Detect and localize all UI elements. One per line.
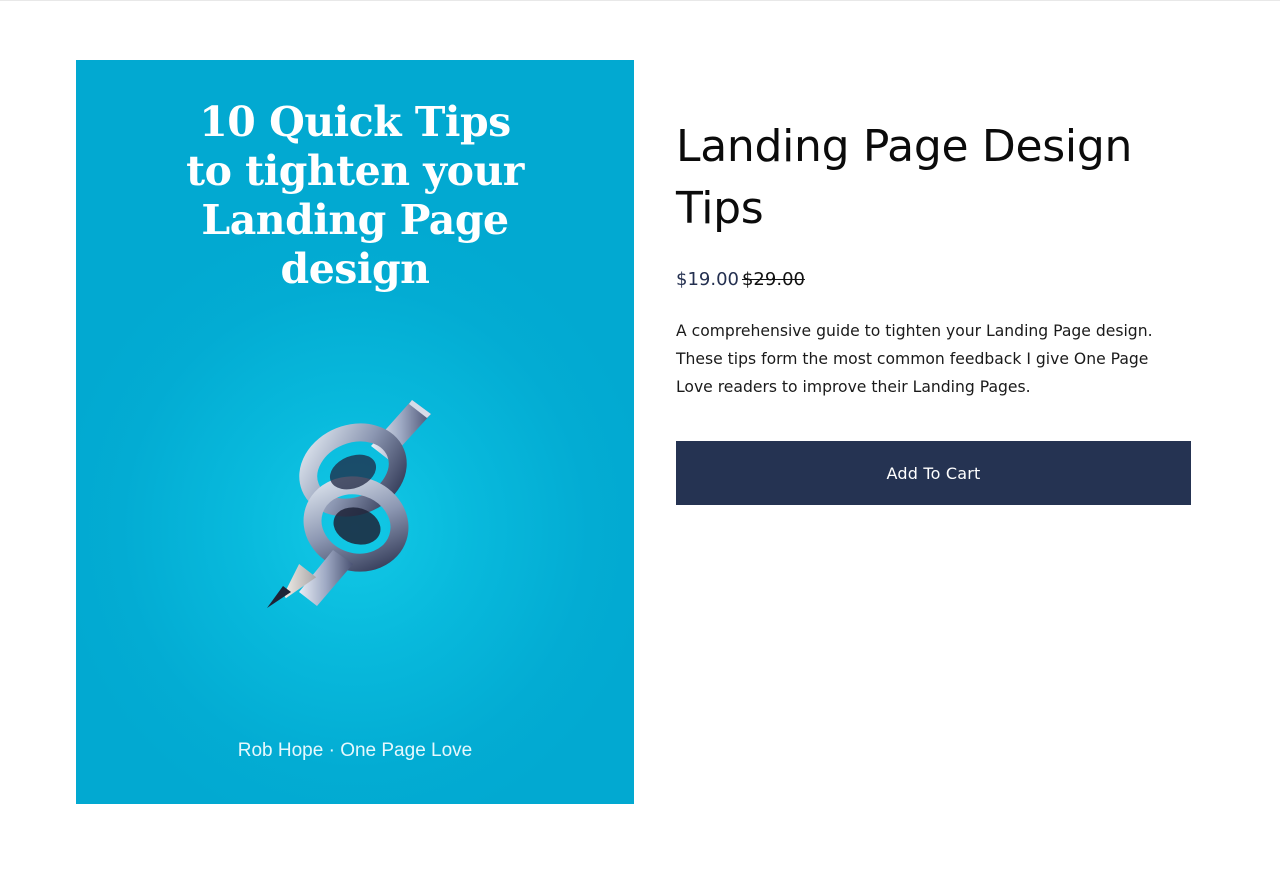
- regular-price: $29.00: [741, 269, 805, 290]
- cover-author: Rob Hope · One Page Love: [237, 740, 473, 761]
- add-to-cart-button[interactable]: Add To Cart: [676, 441, 1191, 505]
- product-title: Landing Page Design Tips: [676, 121, 1133, 234]
- sale-price: $19.00: [676, 269, 739, 290]
- knotted-pencil-icon: [267, 400, 431, 608]
- cover-title: 10 Quick Tips to tighten your Landing Pa…: [186, 98, 524, 293]
- product-description: A comprehensive guide to tighten your La…: [676, 322, 1153, 396]
- top-divider: [0, 0, 1280, 1]
- price: $19.00 $29.00: [676, 268, 1191, 292]
- product-image: 10 Quick Tips to tighten your Landing Pa…: [76, 60, 634, 804]
- product-info: Landing Page Design Tips $19.00 $29.00 A …: [676, 116, 1191, 505]
